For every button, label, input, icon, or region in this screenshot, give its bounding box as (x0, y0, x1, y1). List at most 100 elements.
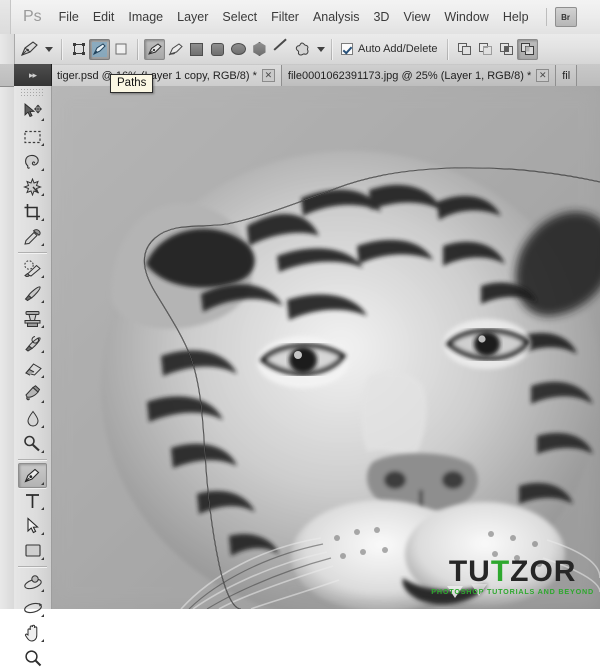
options-divider-2 (137, 38, 138, 60)
tool-rectangular-marquee[interactable] (18, 124, 47, 149)
tool-preset-picker[interactable] (16, 38, 55, 60)
close-icon[interactable]: ✕ (261, 69, 275, 82)
tools-panel-grip[interactable] (20, 88, 45, 97)
document-tab-tiger[interactable]: tiger.psd @ 16% (Layer 1 copy, RGB/8) * … (51, 65, 282, 86)
checkbox-check-icon[interactable] (341, 43, 353, 55)
flyout-triangle-icon (41, 243, 44, 246)
shape-layers-button[interactable] (68, 39, 89, 60)
tool-blur[interactable] (18, 406, 47, 431)
auto-add-delete-label: Auto Add/Delete (358, 43, 438, 55)
pen-tool-button[interactable] (144, 38, 165, 60)
tool-rectangle-shape[interactable] (18, 538, 47, 563)
tool-move[interactable] (18, 99, 47, 124)
menu-bar-left-gutter (0, 0, 11, 34)
launch-bridge-button[interactable]: Br (554, 7, 577, 27)
menu-item-select[interactable]: Select (215, 7, 264, 27)
flyout-triangle-icon (41, 275, 44, 278)
subtract-from-path-area-button[interactable] (475, 39, 496, 60)
tool-brush[interactable] (18, 281, 47, 306)
tool-history-brush[interactable] (18, 331, 47, 356)
tool-hand[interactable] (18, 620, 47, 645)
ellipse-tool-button[interactable] (228, 39, 249, 60)
watermark-accent-letter: T (490, 554, 511, 588)
tool-path-selection[interactable] (18, 513, 47, 538)
exclude-overlapping-path-areas-button[interactable] (516, 38, 538, 60)
flyout-triangle-icon (41, 300, 44, 303)
tiger-photo (51, 86, 600, 609)
tool-dodge[interactable] (18, 431, 47, 456)
rectangle-icon (190, 42, 203, 56)
pen-tool-icon (18, 38, 42, 60)
options-divider-4 (446, 38, 448, 60)
menu-item-edit[interactable]: Edit (86, 7, 122, 27)
tool-pen[interactable] (18, 463, 47, 488)
watermark-title: TUTZOR (431, 554, 594, 588)
menu-item-analysis[interactable]: Analysis (306, 7, 367, 27)
menu-item-file[interactable]: File (52, 7, 86, 27)
fill-pixels-button[interactable] (110, 39, 131, 60)
tool-lasso[interactable] (18, 149, 47, 174)
flyout-triangle-icon (41, 375, 44, 378)
auto-add-delete-checkbox[interactable]: Auto Add/Delete (338, 43, 441, 55)
menu-item-filter[interactable]: Filter (264, 7, 306, 27)
freeform-pen-tool-button[interactable] (165, 39, 186, 60)
tool-gradient[interactable] (18, 381, 47, 406)
intersect-path-areas-button[interactable] (496, 39, 517, 60)
tool-horizontal-type[interactable] (18, 488, 47, 513)
document-tab-overflow[interactable]: fil (556, 65, 578, 86)
tool-eraser[interactable] (18, 356, 47, 381)
paths-mode-button[interactable] (89, 38, 110, 60)
menu-item-help[interactable]: Help (496, 7, 536, 27)
photoshop-window: Ps File Edit Image Layer Select Filter A… (0, 0, 600, 666)
tools-divider-1 (18, 252, 47, 253)
menu-item-3d[interactable]: 3D (366, 7, 396, 27)
tool-spot-healing-brush[interactable] (18, 256, 47, 281)
document-tab-label: file0001062391173.jpg @ 25% (Layer 1, RG… (287, 69, 532, 82)
watermark-part2: ZOR (510, 554, 577, 588)
menu-item-image[interactable]: Image (121, 7, 170, 27)
watermark-subtitle: PHOTOSHOP TUTORIALS AND BEYOND (431, 586, 594, 596)
tool-eyedropper[interactable] (18, 224, 47, 249)
add-to-path-area-button[interactable] (454, 39, 475, 60)
flyout-triangle-icon (41, 400, 44, 403)
menu-item-layer[interactable]: Layer (170, 7, 215, 27)
tool-quick-selection[interactable] (18, 174, 47, 199)
flyout-triangle-icon (41, 532, 44, 535)
options-divider-1 (61, 38, 62, 60)
document-tab-bar: tiger.psd @ 16% (Layer 1 copy, RGB/8) * … (0, 64, 600, 87)
rectangle-tool-button[interactable] (186, 39, 207, 60)
paths-tooltip: Paths (110, 74, 154, 93)
menu-bar: Ps File Edit Image Layer Select Filter A… (0, 0, 600, 35)
menu-item-view[interactable]: View (396, 7, 437, 27)
polygon-tool-button[interactable] (249, 39, 270, 60)
flyout-triangle-icon (41, 614, 44, 617)
tool-3d-object-rotate[interactable] (18, 570, 47, 595)
flyout-triangle-icon (41, 557, 44, 560)
tools-divider-3 (18, 566, 47, 567)
ellipse-icon (231, 43, 246, 55)
tool-clone-stamp[interactable] (18, 306, 47, 331)
line-tool-button[interactable] (270, 39, 291, 60)
close-icon[interactable]: ✕ (536, 69, 550, 82)
flyout-triangle-icon (41, 350, 44, 353)
double-right-arrow-icon: ▸▸ (28, 69, 37, 80)
tool-zoom[interactable] (18, 645, 47, 670)
chevron-down-icon[interactable] (45, 46, 53, 52)
line-icon (274, 43, 287, 56)
custom-shape-tool-button[interactable] (291, 39, 312, 60)
rounded-rectangle-tool-button[interactable] (207, 39, 228, 60)
watermark: TUTZOR PHOTOSHOP TUTORIALS AND BEYOND (431, 554, 594, 596)
document-canvas[interactable]: TUTZOR PHOTOSHOP TUTORIALS AND BEYOND (51, 86, 600, 609)
tool-3d-rotate-camera[interactable] (18, 595, 47, 620)
flyout-triangle-icon (41, 639, 44, 642)
flyout-triangle-icon (41, 193, 44, 196)
tools-panel (14, 86, 52, 666)
tool-crop[interactable] (18, 199, 47, 224)
options-bar: Auto Add/Delete (0, 34, 600, 65)
flyout-triangle-icon (41, 168, 44, 171)
collapse-panels-button[interactable]: ▸▸ (14, 64, 52, 86)
flyout-triangle-icon (41, 507, 44, 510)
document-tab-file0001062391173[interactable]: file0001062391173.jpg @ 25% (Layer 1, RG… (281, 65, 557, 86)
menu-item-window[interactable]: Window (437, 7, 495, 27)
shape-options-chevron-down-icon[interactable] (317, 46, 325, 52)
